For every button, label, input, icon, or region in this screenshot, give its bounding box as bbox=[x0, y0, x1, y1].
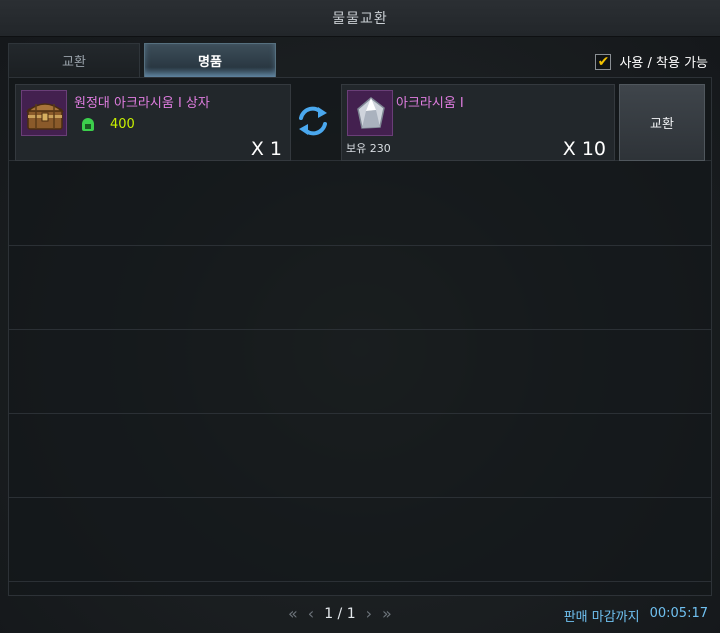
receive-quantity: X 10 bbox=[562, 138, 606, 160]
first-page-button[interactable]: « bbox=[288, 604, 298, 623]
tab-exchange[interactable]: 교환 bbox=[8, 43, 140, 77]
deadline-time: 00:05:17 bbox=[649, 606, 708, 621]
give-item-name: 원정대 아크라시움 I 상자 bbox=[74, 96, 210, 111]
treasure-chest-icon[interactable] bbox=[21, 90, 67, 136]
usable-filter-label: 사용 / 착용 가능 bbox=[619, 56, 708, 71]
empty-row bbox=[9, 246, 711, 330]
page-indicator: 1 / 1 bbox=[324, 605, 356, 622]
pagination: « ‹ 1 / 1 › » bbox=[288, 604, 392, 623]
swap-arrows-icon bbox=[295, 103, 331, 139]
give-cost-value: 400 bbox=[110, 117, 135, 132]
tab-luxury[interactable]: 명품 bbox=[144, 43, 276, 77]
exchange-row: 원정대 아크라시움 I 상자 400 X 1 아크라시움 I 보유 230 X … bbox=[9, 78, 711, 161]
empty-row bbox=[9, 330, 711, 414]
usable-filter[interactable]: ✔ 사용 / 착용 가능 bbox=[595, 52, 708, 71]
crystal-icon[interactable] bbox=[347, 90, 393, 136]
title-bar: 물물교환 bbox=[0, 0, 720, 37]
deadline-label: 판매 마감까지 bbox=[563, 610, 640, 625]
give-cost: 400 bbox=[82, 117, 135, 132]
window-title: 물물교환 bbox=[332, 11, 388, 27]
exchange-list: 원정대 아크라시움 I 상자 400 X 1 아크라시움 I 보유 230 X … bbox=[8, 77, 712, 596]
usable-checkbox[interactable]: ✔ bbox=[595, 53, 612, 70]
last-page-button[interactable]: » bbox=[382, 604, 392, 623]
empty-row bbox=[9, 498, 711, 582]
receive-item: 아크라시움 I 보유 230 X 10 bbox=[341, 84, 615, 161]
give-quantity: X 1 bbox=[250, 138, 282, 160]
empty-row bbox=[9, 414, 711, 498]
next-page-button[interactable]: › bbox=[366, 604, 372, 623]
prev-page-button[interactable]: ‹ bbox=[308, 604, 314, 623]
exchange-button[interactable]: 교환 bbox=[619, 84, 705, 161]
sale-deadline: 판매 마감까지 00:05:17 bbox=[564, 606, 708, 625]
tab-bar: 교환 명품 bbox=[8, 43, 276, 77]
owned-count: 보유 230 bbox=[346, 142, 391, 155]
helmet-icon bbox=[82, 118, 94, 131]
receive-item-name: 아크라시움 I bbox=[396, 96, 464, 111]
give-item: 원정대 아크라시움 I 상자 400 X 1 bbox=[15, 84, 291, 161]
empty-row bbox=[9, 162, 711, 246]
